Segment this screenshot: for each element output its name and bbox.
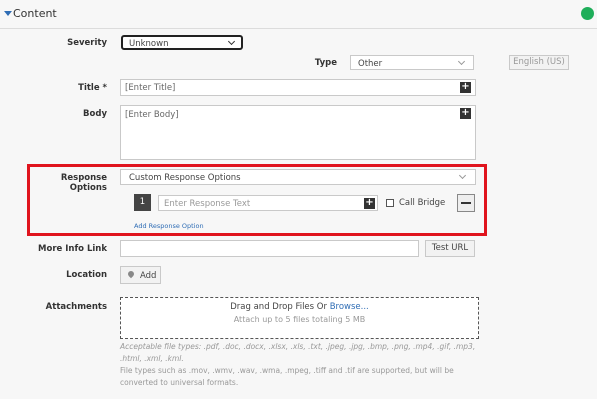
type-select[interactable]: Other	[350, 55, 474, 70]
body-label: Body	[83, 109, 107, 119]
dropzone-text-line: Drag and Drop Files Or Browse...	[121, 302, 478, 312]
severity-select[interactable]: Unknown	[121, 35, 243, 50]
acceptable-types-line1: Acceptable file types: .pdf, .doc, .docx…	[120, 342, 476, 351]
response-text-placeholder: Enter Response Text	[164, 199, 251, 209]
section-title[interactable]: Content	[13, 7, 57, 20]
response-row-number: 1	[134, 194, 151, 211]
browse-link[interactable]: Browse...	[330, 302, 369, 312]
status-indicator	[581, 7, 594, 20]
response-options-label: Response Options	[60, 173, 107, 193]
minus-icon	[461, 202, 471, 204]
type-value: Other	[358, 59, 383, 69]
title-input[interactable]: [Enter Title] +	[120, 79, 476, 96]
test-url-button[interactable]: Test URL	[425, 240, 475, 257]
add-response-option-link[interactable]: Add Response Option	[134, 222, 204, 230]
title-label: Title *	[78, 83, 107, 93]
more-info-label: More Info Link	[38, 244, 107, 254]
drop-instruction: Drag and Drop Files Or	[230, 302, 327, 312]
remove-response-button[interactable]	[457, 194, 475, 212]
call-bridge-label[interactable]: Call Bridge	[399, 198, 445, 208]
acceptable-types-line2: .html, .xml, .kml.	[120, 354, 184, 363]
header-divider	[0, 28, 597, 29]
map-pin-icon	[126, 269, 136, 279]
location-label: Location	[66, 270, 107, 280]
title-expand-plus-icon[interactable]: +	[460, 82, 471, 93]
collapse-toggle[interactable]	[4, 11, 12, 16]
title-placeholder: [Enter Title]	[125, 83, 176, 93]
body-expand-plus-icon[interactable]: +	[460, 108, 471, 119]
body-textarea[interactable]: [Enter Body] +	[120, 105, 476, 160]
severity-value: Unknown	[129, 39, 169, 49]
location-add-label: Add	[140, 271, 157, 281]
response-options-select[interactable]: Custom Response Options	[120, 169, 476, 185]
call-bridge-checkbox[interactable]	[386, 199, 394, 207]
location-add-button[interactable]: Add	[120, 266, 161, 284]
response-expand-plus-icon[interactable]: +	[364, 198, 375, 209]
attachments-label: Attachments	[45, 302, 107, 312]
attachments-dropzone[interactable]: Drag and Drop Files Or Browse... Attach …	[120, 297, 479, 339]
chevron-down-icon	[458, 171, 467, 180]
chevron-down-icon	[227, 37, 236, 46]
more-info-input[interactable]	[120, 240, 419, 257]
attachment-limit: Attach up to 5 files totaling 5 MB	[233, 315, 366, 324]
conversion-note-line2: converted to universal formats.	[120, 378, 239, 387]
response-text-input[interactable]: Enter Response Text +	[158, 195, 378, 211]
response-options-value: Custom Response Options	[129, 173, 241, 183]
language-button[interactable]: English (US)	[509, 55, 569, 70]
body-placeholder: [Enter Body]	[125, 110, 179, 120]
chevron-down-icon	[457, 57, 466, 66]
conversion-note-line1: File types such as .mov, .wmv, .wav, .wm…	[120, 366, 454, 375]
severity-label: Severity	[67, 38, 107, 48]
type-label: Type	[314, 58, 337, 68]
